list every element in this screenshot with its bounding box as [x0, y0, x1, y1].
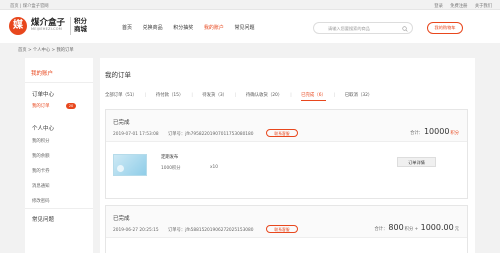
logo-mark[interactable]: 媒 [9, 17, 27, 35]
product-name[interactable]: 定期发布 [161, 154, 178, 160]
order-total: 合计：800积分 + 1000.00元 [375, 223, 460, 232]
order-total-unit: 元 [454, 227, 459, 232]
tab-pending-receipt[interactable]: 待确认收货（20） [246, 93, 282, 98]
order-header: 已完成 2019-07-01 17:53:08 订单号：jfh795822019… [106, 110, 467, 142]
product-quantity: x10 [210, 165, 219, 170]
nav-item-exchange[interactable]: 兑换商品 [143, 25, 163, 31]
product-image[interactable] [113, 154, 147, 176]
order-total-value: 800 [388, 223, 404, 232]
main-nav: 首页 兑换商品 积分抽奖 我的账户 常见问题 [122, 24, 263, 31]
register-link[interactable]: 免费注册 [450, 4, 467, 9]
order-total-label: 合计： [410, 131, 423, 136]
sidebar-divider-2 [25, 208, 93, 209]
cart-button[interactable]: 我的购物车 [427, 22, 463, 34]
contact-service-button[interactable]: 联系客服 [266, 225, 298, 233]
about-link[interactable]: 关于我们 [475, 4, 492, 9]
logo-mall: 积分商城 [74, 17, 87, 33]
sidebar-item-coupons[interactable]: 我的卡券 [32, 168, 50, 174]
order-date: 2019-07-01 17:53:08 [113, 132, 159, 137]
sidebar-divider [25, 82, 93, 83]
logo-divider [70, 17, 71, 35]
breadcrumb: 首页 > 个人中心 > 我的订单 [18, 48, 74, 53]
order-card: 已完成 2019-07-01 17:53:08 订单号：jfh795822019… [105, 109, 468, 199]
tab-pending-payment[interactable]: 待付款（15） [156, 93, 184, 98]
order-total-value: 10000 [423, 127, 450, 136]
top-bar: 首页 | 煤介盒子官网 登录 免费注册 关于我们 [0, 0, 500, 10]
tab-pending-shipment[interactable]: 待发货（3） [202, 93, 227, 98]
order-status: 已完成 [113, 216, 130, 222]
order-meta: 2019-06-27 20:25:15 订单号：jfh5881520190627… [113, 227, 254, 233]
tab-all[interactable]: 全部订单（51） [105, 93, 137, 98]
sidebar-group-orders: 订单中心 [32, 92, 55, 98]
sidebar-item-my-orders[interactable]: 我的订单 [32, 103, 50, 109]
sidebar-item-balance[interactable]: 我的余额 [32, 153, 50, 159]
order-count-badge: 20 [66, 103, 76, 109]
order-total-mid: 积分 + [404, 227, 420, 232]
main-panel: 我的订单 全部订单（51） | 待付款（15） | 待发货（3） | 待确认收货（20… [100, 58, 475, 253]
nav-item-home[interactable]: 首页 [122, 25, 132, 31]
order-total-value-2: 1000.00 [420, 223, 454, 232]
order-number: 订单号：jfh79582201907011753080180 [168, 132, 254, 137]
order-total-label: 合计： [374, 227, 388, 232]
order-total: 合计：10000积分 [410, 127, 459, 136]
order-card: 已完成 2019-06-27 20:25:15 订单号：jfh588152019… [105, 205, 468, 253]
top-bar-links: 登录 免费注册 关于我们 [428, 3, 492, 9]
order-meta: 2019-07-01 17:53:08 订单号：jfh7958220190701… [113, 131, 254, 137]
sidebar-item-faq[interactable]: 常见问题 [32, 215, 54, 223]
nav-item-lottery[interactable]: 积分抽奖 [173, 25, 193, 31]
order-detail-button[interactable]: 订单详情 [397, 157, 436, 167]
search-input[interactable]: 请输入您要搜索的商品 [328, 26, 370, 32]
contact-service-button[interactable]: 联系客服 [266, 129, 298, 137]
order-status: 已完成 [113, 120, 130, 126]
sidebar-title[interactable]: 我的账户 [31, 69, 53, 77]
search-box[interactable]: 请输入您要搜索的商品 [313, 22, 413, 34]
tab-completed[interactable]: 已完成（6） [301, 93, 326, 101]
order-date: 2019-06-27 20:25:15 [113, 228, 159, 233]
order-total-unit: 积分 [450, 131, 459, 136]
sidebar-group-personal: 个人中心 [32, 126, 55, 132]
product-points: 1000积分 [161, 166, 181, 171]
page-title: 我的订单 [105, 71, 131, 79]
logo-domain: MEIJIEHEZI.COM [31, 27, 62, 31]
nav-item-account[interactable]: 我的账户 [204, 25, 224, 31]
order-number: 订单号：jfh58815201906272025153080 [168, 228, 254, 233]
sidebar-item-messages[interactable]: 消息通知 [32, 183, 50, 189]
order-tabs: 全部订单（51） | 待付款（15） | 待发货（3） | 待确认收货（20） | 已完… [105, 92, 380, 101]
nav-item-faq[interactable]: 常见问题 [234, 25, 254, 31]
sidebar-item-password[interactable]: 修改密码 [32, 198, 50, 204]
order-header: 已完成 2019-06-27 20:25:15 订单号：jfh588152019… [106, 206, 467, 238]
sidebar-item-points[interactable]: 我的积分 [32, 138, 50, 144]
top-bar-site-link[interactable]: 首页 | 煤介盒子官网 [10, 3, 49, 9]
login-link[interactable]: 登录 [434, 4, 443, 9]
tab-cancelled[interactable]: 已取消（32） [345, 93, 373, 98]
search-icon[interactable] [402, 25, 408, 32]
sidebar: 我的账户 订单中心 我的订单 20 个人中心 我的积分 我的余额 我的卡券 消息… [25, 58, 93, 253]
